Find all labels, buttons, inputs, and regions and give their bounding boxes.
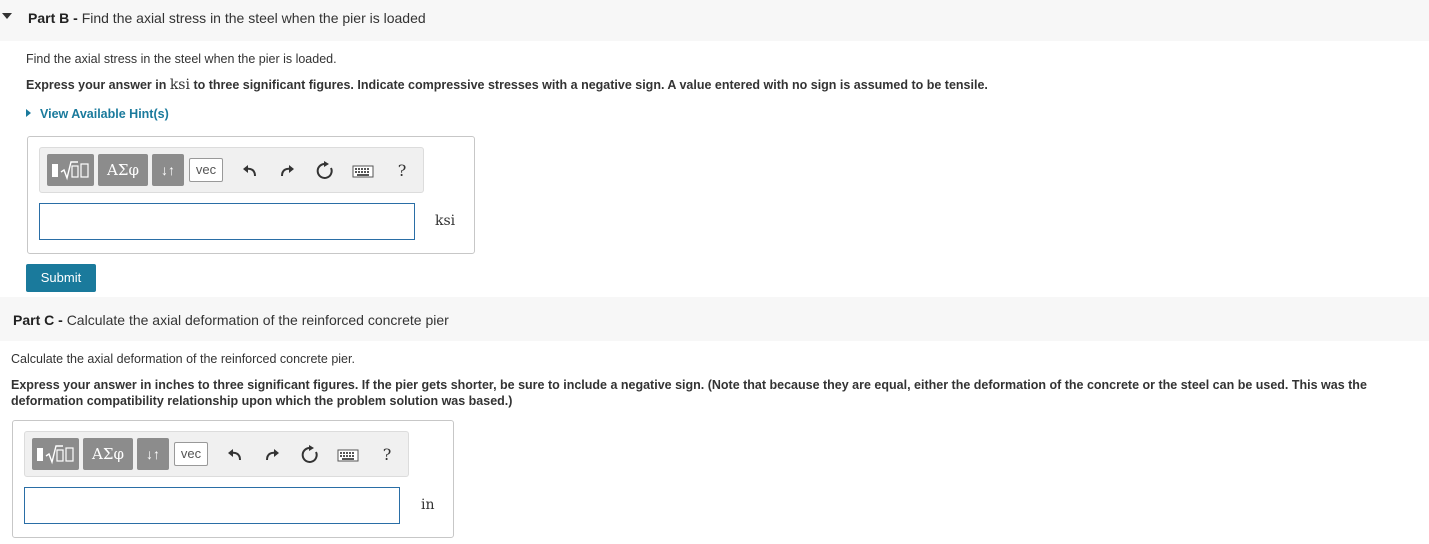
expand-triangle-icon xyxy=(26,109,31,117)
partb-instruction: Express your answer in ksi to three sign… xyxy=(26,77,988,93)
instruction-unit: ksi xyxy=(169,77,190,93)
keyboard-icon[interactable] xyxy=(352,160,374,182)
partc-answer-box: ΑΣφ ↓↑ vec ? in xyxy=(12,420,454,538)
partb-title: Find the axial stress in the steel when … xyxy=(81,10,426,26)
partc-unit: in xyxy=(421,497,435,513)
reset-icon[interactable] xyxy=(314,160,336,182)
partb-header[interactable]: Part B - Find the axial stress in the st… xyxy=(0,0,1429,41)
math-toolbar: ΑΣφ ↓↑ vec ? xyxy=(39,147,424,193)
greek-button[interactable]: ΑΣφ xyxy=(83,438,133,470)
redo-icon[interactable] xyxy=(276,160,298,182)
partb-label: Part B - xyxy=(28,10,78,26)
partc-answer-input[interactable] xyxy=(24,487,400,524)
reset-icon[interactable] xyxy=(299,444,321,466)
help-icon[interactable]: ? xyxy=(391,160,413,182)
help-icon[interactable]: ? xyxy=(376,444,398,466)
partc-instruction-line1: Express your answer in inches to three s… xyxy=(11,378,1367,392)
partc-title: Calculate the axial deformation of the r… xyxy=(66,312,449,328)
templates-icon xyxy=(37,445,74,465)
templates-button[interactable] xyxy=(32,438,79,470)
partc-header[interactable]: Part C - Calculate the axial deformation… xyxy=(0,297,1429,341)
redo-icon[interactable] xyxy=(261,444,283,466)
instruction-suffix: to three significant figures. Indicate c… xyxy=(189,78,988,92)
submit-button[interactable]: Submit xyxy=(26,264,96,292)
math-toolbar: ΑΣφ ↓↑ vec ? xyxy=(24,431,409,477)
partc-label: Part C - xyxy=(13,312,63,328)
partc-instruction-line2: deformation compatibility relationship u… xyxy=(11,394,513,408)
partc-question: Calculate the axial deformation of the r… xyxy=(11,352,355,366)
keyboard-icon[interactable] xyxy=(337,444,359,466)
sort-button[interactable]: ↓↑ xyxy=(137,438,169,470)
undo-icon[interactable] xyxy=(239,160,261,182)
collapse-caret-icon[interactable] xyxy=(2,13,12,19)
hint-label: View Available Hint(s) xyxy=(40,107,169,121)
partb-question: Find the axial stress in the steel when … xyxy=(26,52,337,66)
vec-button[interactable]: vec xyxy=(189,158,223,182)
partb-answer-box: ΑΣφ ↓↑ vec ? ksi xyxy=(27,136,475,254)
sort-button[interactable]: ↓↑ xyxy=(152,154,184,186)
partb-unit: ksi xyxy=(435,213,456,229)
vec-button[interactable]: vec xyxy=(174,442,208,466)
templates-icon xyxy=(52,161,89,181)
partb-answer-input[interactable] xyxy=(39,203,415,240)
instruction-prefix: Express your answer in xyxy=(26,78,170,92)
undo-icon[interactable] xyxy=(224,444,246,466)
templates-button[interactable] xyxy=(47,154,94,186)
view-hints-link[interactable]: View Available Hint(s) xyxy=(26,107,169,121)
greek-button[interactable]: ΑΣφ xyxy=(98,154,148,186)
